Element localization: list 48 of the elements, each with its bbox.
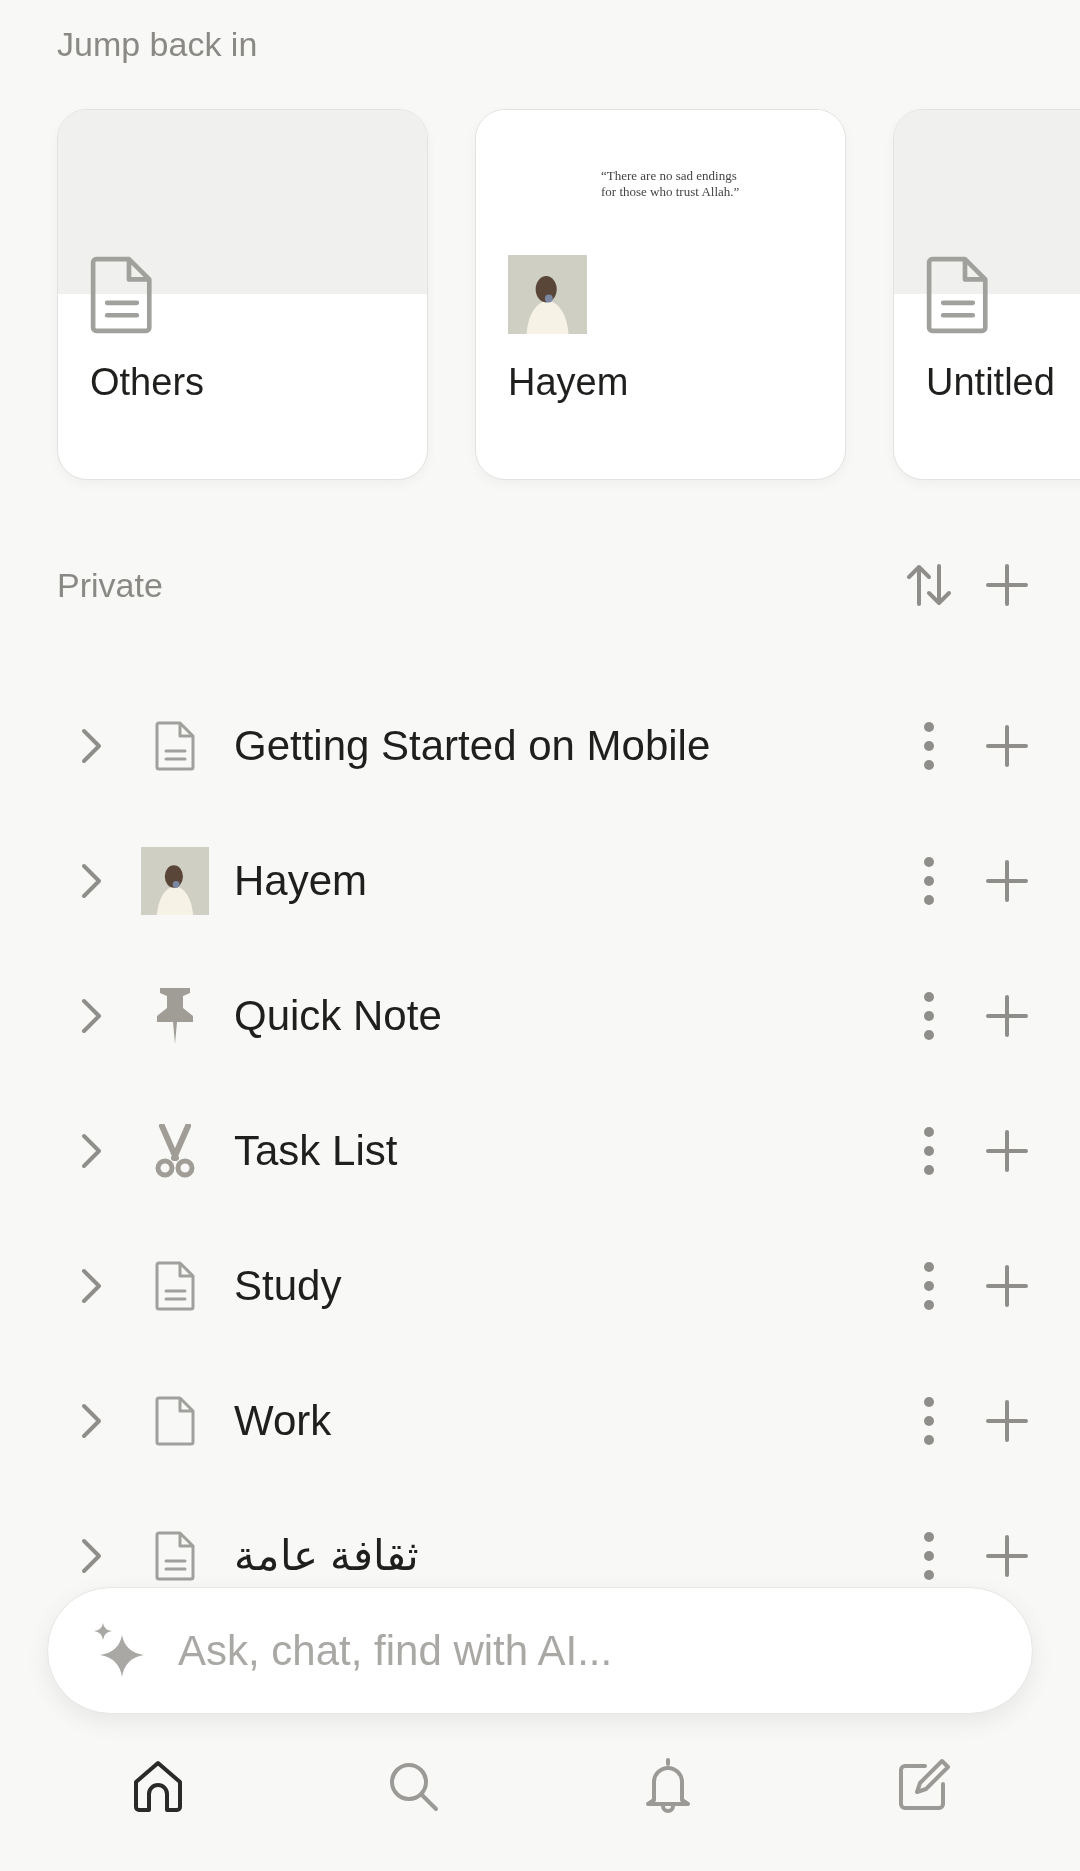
more-icon (923, 990, 935, 1041)
sort-icon (905, 564, 953, 606)
preview-text: “There are no sad endings for those who trust Allah.” (601, 168, 741, 200)
more-icon (923, 1395, 935, 1446)
plus-icon (986, 564, 1028, 606)
document-icon (926, 256, 990, 334)
page-link[interactable]: Hayem (234, 856, 876, 905)
page-link[interactable]: Getting Started on Mobile (234, 721, 876, 770)
plus-icon (986, 724, 1028, 767)
card-title: Others (90, 360, 206, 405)
page-link[interactable]: Quick Note (234, 991, 876, 1040)
plus-icon (986, 1264, 1028, 1307)
chevron-icon (81, 727, 103, 764)
more-icon (923, 1260, 935, 1311)
page-link[interactable]: Study (234, 1261, 876, 1310)
plus-icon (986, 859, 1028, 902)
chevron-icon (81, 1402, 103, 1439)
more-icon (923, 1530, 935, 1581)
section-title: Private (57, 565, 164, 605)
card-title: Hayem (508, 360, 630, 405)
page-link[interactable]: Task List (234, 1126, 876, 1175)
page-card[interactable]: Others (57, 109, 428, 480)
page-link[interactable]: Work (234, 1396, 876, 1445)
ai-search-bar[interactable]: Ask, chat, find with AI... (47, 1587, 1033, 1714)
page-card[interactable]: “There are no sad endings for those who trust Allah.” Hayem (475, 109, 846, 480)
more-icon (923, 1125, 935, 1176)
document-icon (154, 720, 196, 771)
ai-search-field[interactable]: Ask, chat, find with AI... (176, 1625, 992, 1676)
chevron-icon (81, 1537, 103, 1574)
chevron-icon (81, 1267, 103, 1304)
document-icon (154, 1260, 196, 1311)
more-icon (923, 855, 935, 906)
page-link[interactable]: ثقافة عامة (234, 1531, 876, 1580)
chevron-icon (81, 997, 103, 1034)
plus-icon (986, 1129, 1028, 1172)
page-card[interactable]: Untitled (893, 109, 1080, 480)
chevron-icon (81, 1132, 103, 1169)
document-icon (154, 1530, 196, 1581)
card-title: Untitled (926, 360, 1056, 405)
section-title: Jump back in (57, 24, 259, 65)
plus-icon (986, 1399, 1028, 1442)
document-icon (154, 1395, 196, 1446)
document-icon (90, 256, 154, 334)
plus-icon (986, 994, 1028, 1037)
scissors-icon (154, 1123, 196, 1178)
more-icon (923, 720, 935, 771)
plus-icon (986, 1534, 1028, 1577)
chevron-icon (81, 862, 103, 899)
